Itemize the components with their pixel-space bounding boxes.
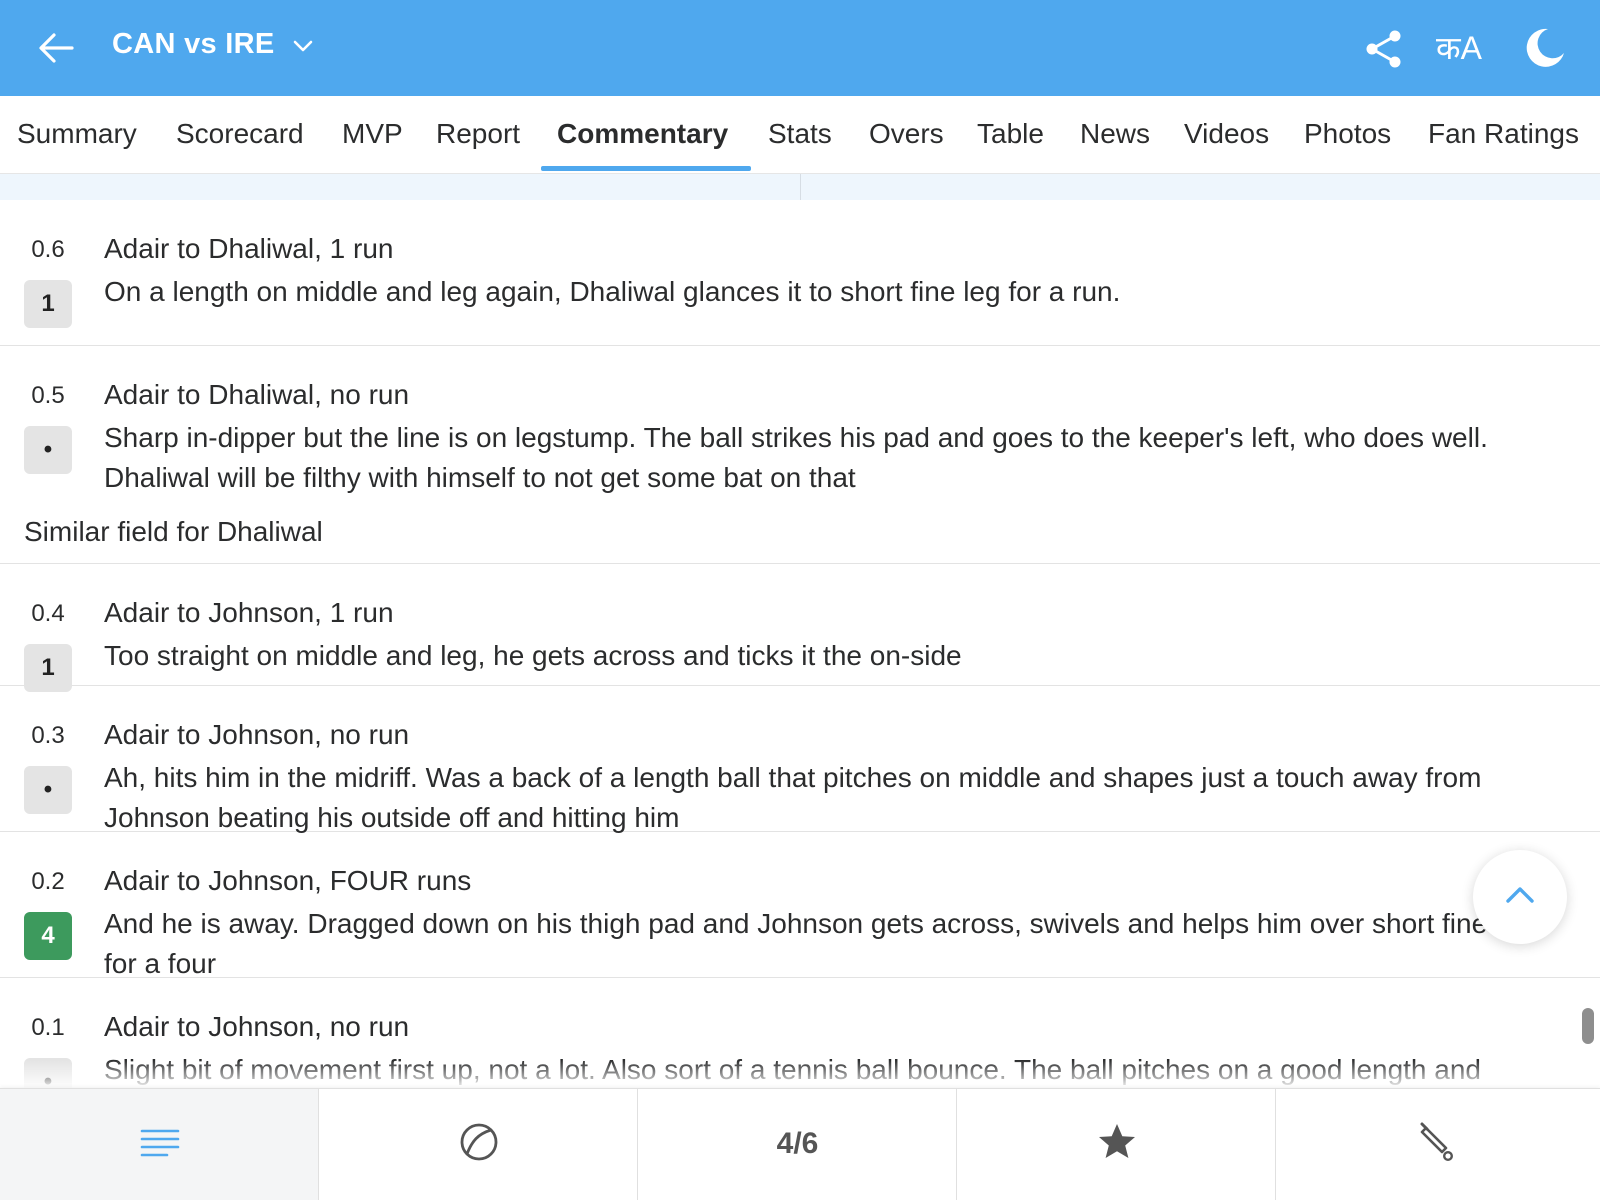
tab-summary[interactable]: Summary (17, 118, 137, 150)
commentary-item: 0.2 4 Adair to Johnson, FOUR runs And he… (0, 832, 1600, 979)
over-summary-strip (0, 174, 1600, 200)
over-number: 0.2 (31, 868, 65, 895)
commentary-item: 0.4 1 Adair to Johnson, 1 run Too straig… (0, 564, 1600, 692)
ball-headline: Adair to Dhaliwal, 1 run (104, 233, 394, 264)
match-title: CAN vs IRE (112, 28, 275, 60)
ball-headline: Adair to Johnson, FOUR runs (104, 865, 472, 896)
ball-description: Too straight on middle and leg, he gets … (104, 640, 962, 671)
key-events-button[interactable] (957, 1089, 1276, 1200)
active-tab-indicator (541, 166, 751, 171)
commentary-note: Similar field for Dhaliwal (0, 494, 1600, 564)
over-number: 0.5 (31, 382, 65, 409)
bat-icon (1420, 1122, 1454, 1162)
commentary-item: 0.5 • Adair to Dhaliwal, no run Sharp in… (0, 346, 1600, 494)
ball-result-badge: 1 (24, 644, 72, 692)
match-tabs: Summary Scorecard MVP Report Commentary … (0, 96, 1600, 174)
tab-mvp[interactable]: MVP (342, 118, 403, 150)
ball-result-badge: • (24, 426, 72, 474)
ball-headline: Adair to Johnson, no run (104, 1011, 410, 1042)
note-text: Similar field for Dhaliwal (24, 516, 323, 547)
commentary-feed: 0.6 1 Adair to Dhaliwal, 1 run On a leng… (0, 200, 1600, 1088)
tab-table[interactable]: Table (977, 118, 1044, 150)
match-selector[interactable]: CAN vs IRE (112, 28, 315, 61)
bottom-toolbar: 4/6 (0, 1088, 1600, 1200)
over-number: 0.4 (31, 600, 65, 627)
ball-result-badge: 1 (24, 280, 72, 328)
strip-divider (800, 174, 801, 200)
moon-icon[interactable] (1522, 26, 1566, 70)
innings-page-indicator[interactable]: 4/6 (638, 1089, 957, 1200)
ball-description: And he is away. Dragged down on his thig… (104, 908, 1533, 979)
ball-description: On a length on middle and leg again, Dha… (104, 276, 1121, 307)
tab-overs[interactable]: Overs (869, 118, 944, 150)
ball-description: Ah, hits him in the midriff. Was a back … (104, 762, 1482, 833)
tab-fan-ratings[interactable]: Fan Ratings (1428, 118, 1579, 150)
tab-videos[interactable]: Videos (1184, 118, 1269, 150)
tab-report[interactable]: Report (436, 118, 520, 150)
language-icon[interactable]: कA (1436, 28, 1482, 68)
commentary-item: 0.3 • Adair to Johnson, no run Ah, hits … (0, 686, 1600, 833)
menu-lines-icon (140, 1129, 180, 1157)
commentary-item: 0.6 1 Adair to Dhaliwal, 1 run On a leng… (0, 200, 1600, 346)
ball-result-badge: 4 (24, 912, 72, 960)
share-icon[interactable] (1363, 28, 1405, 70)
commentary-view-button[interactable] (0, 1089, 319, 1200)
feed-fade (0, 1060, 1600, 1088)
back-arrow-icon[interactable] (36, 28, 76, 68)
scrollbar-thumb[interactable] (1582, 1008, 1594, 1044)
tab-news[interactable]: News (1080, 118, 1150, 150)
ball-result-badge: • (24, 766, 72, 814)
scroll-to-top-button[interactable] (1473, 850, 1567, 944)
over-number: 0.1 (31, 1014, 65, 1041)
ball-headline: Adair to Johnson, 1 run (104, 597, 394, 628)
over-number: 0.3 (31, 722, 65, 749)
ball-icon (460, 1123, 498, 1161)
app-header: CAN vs IRE कA (0, 0, 1600, 96)
star-icon (1099, 1124, 1135, 1158)
tab-photos[interactable]: Photos (1304, 118, 1391, 150)
tab-commentary[interactable]: Commentary (557, 118, 728, 150)
chevron-up-icon (1506, 887, 1534, 903)
ball-headline: Adair to Johnson, no run (104, 719, 410, 750)
ball-view-button[interactable] (319, 1089, 638, 1200)
chevron-down-icon (291, 33, 315, 57)
tab-scorecard[interactable]: Scorecard (176, 118, 304, 150)
page-indicator-text: 4/6 (776, 1127, 819, 1160)
ball-headline: Adair to Dhaliwal, no run (104, 379, 410, 410)
tab-stats[interactable]: Stats (768, 118, 832, 150)
ball-description: Sharp in-dipper but the line is on legst… (104, 422, 1488, 493)
batting-view-button[interactable] (1276, 1089, 1600, 1200)
over-number: 0.6 (31, 236, 65, 263)
